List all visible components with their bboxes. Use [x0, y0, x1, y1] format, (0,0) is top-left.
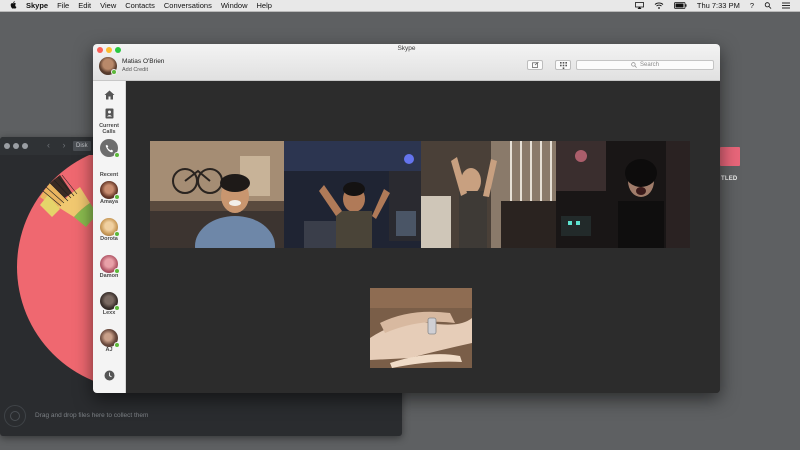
video-tile-participant-1[interactable]: [150, 141, 284, 248]
online-status-icon: [114, 152, 120, 158]
menu-clock[interactable]: Thu 7:33 PM: [697, 0, 740, 11]
airplay-icon[interactable]: [634, 2, 644, 9]
home-icon: [104, 90, 114, 100]
dialpad-icon: [559, 61, 567, 69]
phone-icon: [105, 144, 113, 152]
background-window-swatch: [720, 147, 740, 166]
contacts-button[interactable]: [93, 106, 125, 124]
menu-app-name[interactable]: Skype: [26, 0, 48, 11]
call-stage: [126, 81, 720, 393]
active-call-avatar: [100, 139, 120, 158]
help-icon[interactable]: ?: [750, 0, 754, 11]
video-tile-participant-4[interactable]: [556, 141, 690, 248]
search-placeholder: Search: [639, 62, 659, 68]
search-icon: [631, 62, 637, 68]
collector-drop-icon[interactable]: [4, 405, 26, 427]
contact-name: Amaya: [99, 199, 119, 205]
menu-view[interactable]: View: [100, 0, 116, 11]
menu-help[interactable]: Help: [257, 0, 272, 11]
contact-name: Damon: [99, 273, 119, 279]
menu-window[interactable]: Window: [221, 0, 248, 11]
contact-avatar: [100, 181, 120, 200]
battery-icon[interactable]: [673, 2, 687, 9]
search-field[interactable]: Search: [576, 60, 714, 70]
home-button[interactable]: [93, 87, 125, 105]
contact-dorota[interactable]: Dorota: [93, 218, 125, 242]
menu-bar: Skype File Edit View Contacts Conversati…: [0, 0, 800, 12]
close-window-button[interactable]: [4, 143, 10, 149]
compose-icon: [531, 62, 539, 68]
video-tile-participant-2[interactable]: [284, 141, 421, 248]
menu-file[interactable]: File: [57, 0, 69, 11]
apple-menu-icon[interactable]: [10, 0, 17, 11]
menu-contacts[interactable]: Contacts: [125, 0, 155, 11]
skype-titlebar: Skype Matias O'Brien Add Credit Search: [93, 44, 720, 81]
wifi-icon[interactable]: [654, 2, 664, 9]
online-status-icon: [114, 231, 120, 237]
menu-edit[interactable]: Edit: [78, 0, 91, 11]
contact-avatar: [100, 292, 120, 311]
zoom-window-button[interactable]: [22, 143, 28, 149]
skype-window: Skype Matias O'Brien Add Credit Search C…: [93, 44, 720, 393]
contact-avatar: [100, 218, 120, 237]
window-title: Skype: [397, 45, 416, 52]
active-call-item[interactable]: [93, 139, 125, 158]
disk-tab[interactable]: Disk: [73, 141, 91, 151]
video-tile-participant-3[interactable]: [421, 141, 556, 248]
online-status-icon: [114, 342, 120, 348]
contact-name: AJ: [105, 347, 113, 353]
notification-center-icon[interactable]: [782, 2, 790, 9]
minimize-window-button[interactable]: [13, 143, 19, 149]
add-credit-link[interactable]: Add Credit: [122, 67, 148, 73]
background-window-label: TLED: [721, 176, 738, 182]
new-conversation-button[interactable]: [527, 60, 543, 70]
contact-name: Dorota: [100, 236, 118, 242]
contact-avatar: [100, 255, 120, 274]
contact-aj[interactable]: AJ: [93, 329, 125, 353]
contact-name: Lexx: [102, 310, 116, 316]
self-view-video[interactable]: [370, 288, 472, 368]
online-status-icon: [114, 305, 120, 311]
contact-avatar: [100, 329, 120, 348]
contact-damon[interactable]: Damon: [93, 255, 125, 279]
contact-lexx[interactable]: Lexx: [93, 292, 125, 316]
user-name[interactable]: Matias O'Brien: [122, 58, 164, 65]
back-forward-arrows-icon[interactable]: ‹ ›: [47, 140, 71, 150]
history-button[interactable]: [93, 368, 125, 386]
contacts-book-icon: [105, 108, 113, 119]
online-status-icon: [114, 194, 120, 200]
menu-conversations[interactable]: Conversations: [164, 0, 212, 11]
clock-icon: [104, 370, 114, 381]
skype-sidebar: Current Calls Recent Amaya Dorota Damon …: [93, 81, 126, 393]
spotlight-icon[interactable]: [764, 2, 772, 9]
contact-amaya[interactable]: Amaya: [93, 181, 125, 205]
current-calls-label[interactable]: Current Calls: [93, 123, 125, 135]
drop-hint-text: Drag and drop files here to collect them: [35, 412, 149, 419]
online-status-icon: [114, 268, 120, 274]
online-status-icon: [111, 69, 117, 75]
dialpad-button[interactable]: [555, 60, 571, 70]
recent-label[interactable]: Recent: [93, 172, 125, 178]
